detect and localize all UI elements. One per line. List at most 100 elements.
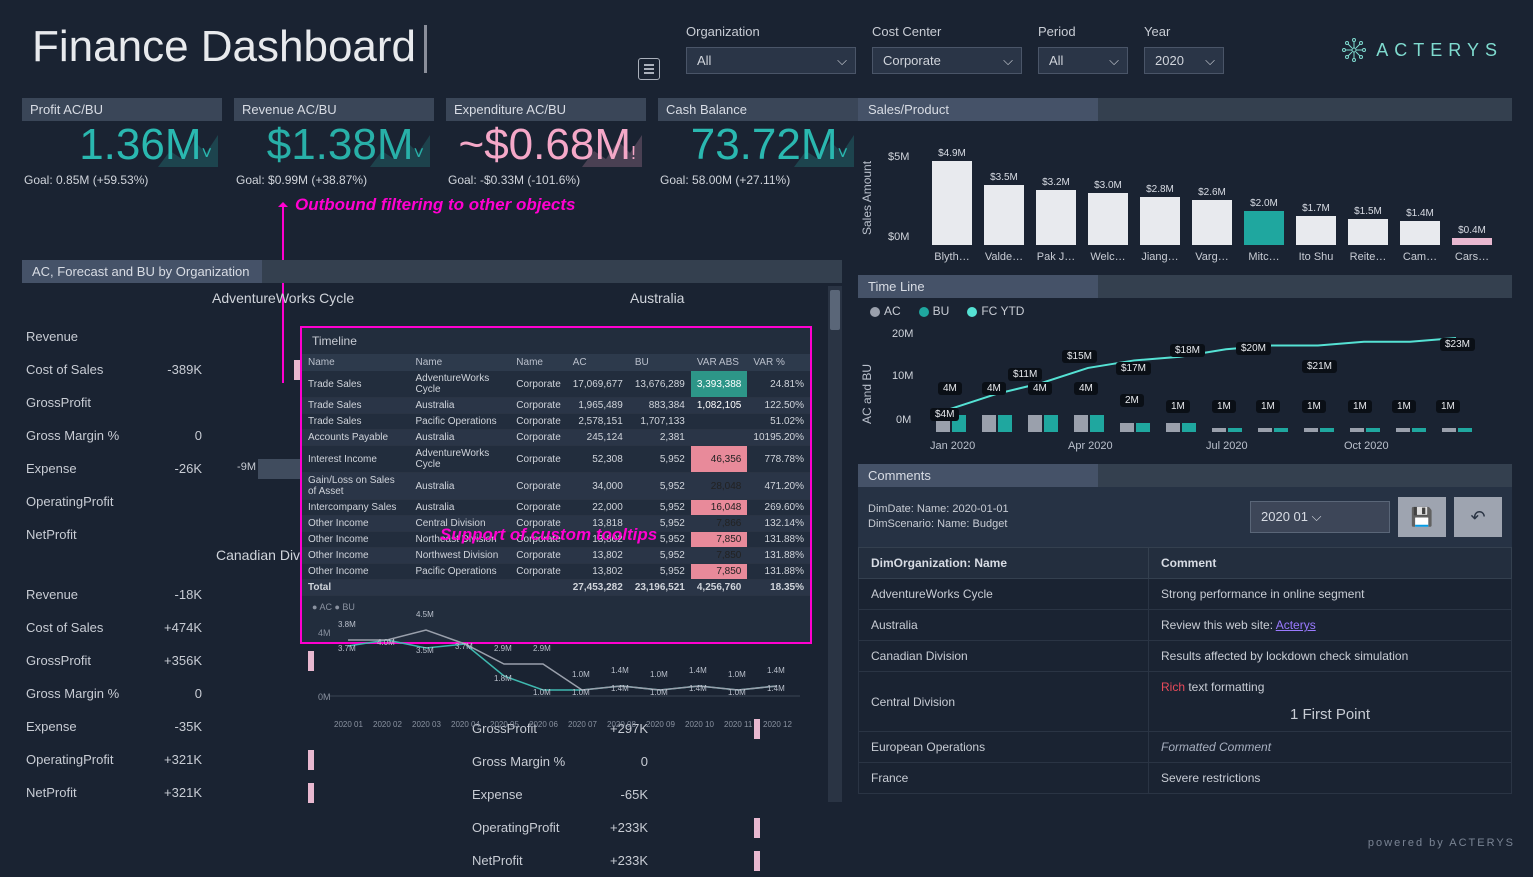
row-value: -26K bbox=[146, 461, 208, 476]
data-label: $21M bbox=[1302, 360, 1337, 373]
chart-bar[interactable] bbox=[1296, 216, 1336, 245]
comment-row[interactable]: AdventureWorks CycleStrong performance i… bbox=[859, 579, 1512, 610]
comments-table[interactable]: DimOrganization: Name Comment AdventureW… bbox=[858, 547, 1512, 794]
chart-bar[interactable] bbox=[1192, 200, 1232, 245]
year-select[interactable]: 2020 ⌵ bbox=[1144, 47, 1224, 74]
comment-text: Formatted Comment bbox=[1149, 732, 1512, 763]
x-tick-label: Cars… bbox=[1448, 251, 1496, 263]
grid-row: Expense -65K bbox=[472, 778, 854, 811]
kpi-value: 73.72M˅ bbox=[658, 121, 858, 169]
filter-organization: Organization All ⌵ bbox=[686, 24, 856, 74]
kpi-value: ~$0.68M! bbox=[446, 121, 646, 169]
kpi-card[interactable]: Revenue AC/BU $1.38M˅ Goal: $0.99M (+38.… bbox=[234, 98, 434, 187]
data-label: $18M bbox=[1170, 344, 1205, 357]
grid-row: Gross Margin % 0 bbox=[472, 745, 854, 778]
comment-row[interactable]: AustraliaReview this web site: Acterys bbox=[859, 610, 1512, 641]
x-tick-label: Pak J… bbox=[1032, 251, 1080, 263]
save-button[interactable]: 💾 bbox=[1398, 497, 1446, 537]
tooltip-title: Timeline bbox=[302, 328, 810, 354]
comment-text: Results affected by lockdown check simul… bbox=[1149, 641, 1512, 672]
row-bar bbox=[654, 850, 854, 872]
data-label: 4M bbox=[938, 382, 962, 395]
chevron-down-icon: ⌵ bbox=[1205, 53, 1215, 69]
data-label: 4M bbox=[982, 382, 1006, 395]
cost-center-select[interactable]: Corporate ⌵ bbox=[872, 47, 1022, 74]
bar-value-label: $2.0M bbox=[1240, 198, 1288, 209]
data-label: 1M bbox=[1302, 400, 1326, 413]
kpi-card[interactable]: Expenditure AC/BU ~$0.68M! Goal: -$0.33M… bbox=[446, 98, 646, 187]
row-value: +356K bbox=[146, 653, 208, 668]
comments-col-org: DimOrganization: Name bbox=[859, 548, 1149, 579]
comment-row[interactable]: European OperationsFormatted Comment bbox=[859, 732, 1512, 763]
kpi-goal: Goal: 0.85M (+59.53%) bbox=[22, 173, 222, 187]
x-tick-label: Welc… bbox=[1084, 251, 1132, 263]
row-value: 0 bbox=[146, 428, 208, 443]
sales-product-chart[interactable]: Sales Amount $5M $0M Blyth…$4.9MValde…$3… bbox=[858, 125, 1512, 269]
row-bar bbox=[208, 782, 408, 804]
logo-mark-icon bbox=[1340, 36, 1368, 64]
comments-controls: DimDate: Name: 2020-01-01 DimScenario: N… bbox=[858, 487, 1512, 547]
data-label: $17M bbox=[1116, 362, 1151, 375]
kpi-card[interactable]: Profit AC/BU 1.36M˅ Goal: 0.85M (+59.53%… bbox=[22, 98, 222, 187]
data-label: $23M bbox=[1440, 338, 1475, 351]
kpi-row: Profit AC/BU 1.36M˅ Goal: 0.85M (+59.53%… bbox=[22, 98, 858, 187]
row-bar bbox=[654, 751, 854, 773]
chart-bar[interactable] bbox=[1244, 211, 1284, 245]
grid-row: OperatingProfit +233K bbox=[472, 811, 854, 844]
organization-select[interactable]: All ⌵ bbox=[686, 47, 856, 74]
chart-bar[interactable] bbox=[1036, 190, 1076, 245]
row-label: NetProfit bbox=[26, 527, 146, 542]
grid-row: OperatingProfit +321K bbox=[26, 743, 408, 776]
chart-bar[interactable] bbox=[1452, 238, 1492, 245]
x-tick-label: Mitc… bbox=[1240, 251, 1288, 263]
x-tick-label: Cam… bbox=[1396, 251, 1444, 263]
comment-org: Australia bbox=[859, 610, 1149, 641]
row-label: NetProfit bbox=[472, 853, 592, 868]
filter-period: Period All ⌵ bbox=[1038, 24, 1128, 74]
chart-bar[interactable] bbox=[1348, 219, 1388, 245]
comment-row[interactable]: Central DivisionRich text formatting1 Fi… bbox=[859, 672, 1512, 732]
data-label: $11M bbox=[1008, 368, 1042, 381]
row-value: +321K bbox=[146, 785, 208, 800]
comments-meta: DimDate: Name: 2020-01-01 DimScenario: N… bbox=[868, 502, 1242, 533]
org-col-header: Australia bbox=[630, 290, 684, 306]
row-value: +233K bbox=[592, 853, 654, 868]
comment-text: Rich text formatting1 First Point bbox=[1149, 672, 1512, 732]
x-tick-label: Varg… bbox=[1188, 251, 1236, 263]
row-value: +233K bbox=[592, 820, 654, 835]
x-tick-label: Jul 2020 bbox=[1206, 440, 1248, 452]
row-value: -35K bbox=[146, 719, 208, 734]
row-label: NetProfit bbox=[26, 785, 146, 800]
data-label: $20M bbox=[1236, 342, 1271, 355]
chart-bar[interactable] bbox=[1088, 193, 1128, 245]
undo-button[interactable]: ↶ bbox=[1454, 497, 1502, 537]
comment-row[interactable]: Canadian DivisionResults affected by loc… bbox=[859, 641, 1512, 672]
chart-bar[interactable] bbox=[984, 185, 1024, 245]
chart-bar[interactable] bbox=[932, 161, 972, 245]
row-bar bbox=[654, 718, 854, 740]
kpi-card[interactable]: Cash Balance 73.72M˅ Goal: 58.00M (+27.1… bbox=[658, 98, 858, 187]
annotation-outbound-filtering: Outbound filtering to other objects bbox=[295, 195, 575, 215]
row-value: 0 bbox=[146, 686, 208, 701]
grid-title: AC, Forecast and BU by Organization bbox=[22, 260, 842, 283]
row-label: Revenue bbox=[26, 587, 146, 602]
sales-product-title: Sales/Product bbox=[858, 98, 1512, 121]
data-label: 1M bbox=[1392, 400, 1416, 413]
filter-label: Cost Center bbox=[872, 24, 1022, 39]
tooltip-table: NameNameNameACBUVAR ABSVAR %Trade SalesA… bbox=[302, 354, 810, 596]
kpi-goal: Goal: -$0.33M (-101.6%) bbox=[446, 173, 646, 187]
comments-period-select[interactable]: 2020 01 ⌵ bbox=[1250, 501, 1390, 533]
period-select[interactable]: All ⌵ bbox=[1038, 47, 1128, 74]
filters-row: Organization All ⌵ Cost Center Corporate… bbox=[640, 24, 1224, 74]
row-label: Gross Margin % bbox=[472, 754, 592, 769]
timeline-chart[interactable]: AC and BU 20M 10M 0M Jan 2020Apr 2020Jul… bbox=[858, 324, 1512, 456]
chart-bar[interactable] bbox=[1400, 221, 1440, 245]
kpi-value: 1.36M˅ bbox=[22, 121, 222, 169]
org-col-header: AdventureWorks Cycle bbox=[212, 290, 354, 306]
row-label: Cost of Sales bbox=[26, 620, 146, 635]
tooltip-sparkline: ● AC ● BU 0M 4M 2020 012020 022020 03202… bbox=[310, 600, 802, 720]
chart-bar[interactable] bbox=[1140, 197, 1180, 245]
comment-row[interactable]: FranceSevere restrictions bbox=[859, 763, 1512, 794]
bar-value-label: $4.9M bbox=[928, 148, 976, 159]
row-label: OperatingProfit bbox=[472, 820, 592, 835]
